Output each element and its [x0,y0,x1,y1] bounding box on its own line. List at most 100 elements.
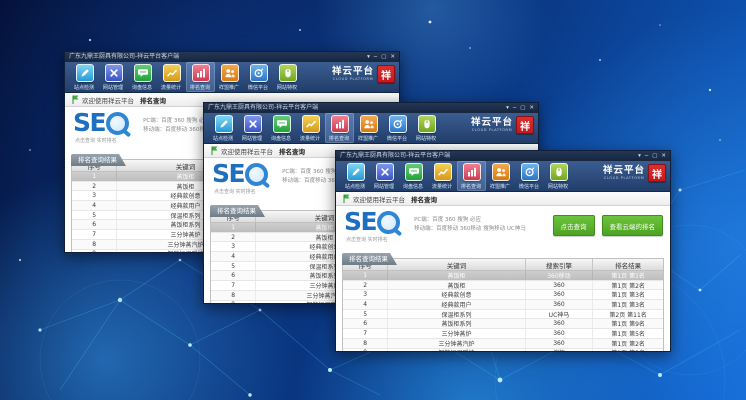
main-toolbar: 站点检测网站管理询盘信息流量统计排名查询祥盟推广微信平台网站特权 祥云平台 CL… [336,161,670,192]
toolbar-item-4[interactable]: 流量统计 [157,62,186,92]
toolbar-item-7[interactable]: 微信平台 [383,113,412,143]
toolbar-item-7[interactable]: 微信平台 [515,161,544,191]
pc-engines-line: PC端：百度 360 搜狗 必应 [414,216,526,225]
cell-keyword: 智能恒温暖炉 [388,349,525,353]
toolbar-item-1[interactable]: 站点检测 [341,161,370,191]
query-button[interactable]: 点击查询 [553,215,595,236]
toolbar-item-4[interactable]: 流量统计 [428,161,457,191]
table-row[interactable]: 5保温柜系列UC神马第2页 第11名 [343,310,663,320]
cell-engine: 360 [526,329,594,338]
traffic-chart-icon [302,115,320,133]
feedback-button[interactable]: ▾ [506,103,509,113]
cell-keyword: 三分钟蒸汽炉 [388,339,525,348]
cell-engine: 360 [526,300,594,309]
cell-no: 9 [72,250,117,254]
cell-no: 2 [72,182,117,191]
maximize-button[interactable]: ▢ [381,52,386,62]
table-row[interactable]: 3经典款创意360第1页 第3名 [343,290,663,300]
magnifier-icon [245,163,268,186]
toolbar-item-5[interactable]: 排名查询 [325,113,354,143]
inquiry-chat-icon [405,163,423,181]
close-button[interactable]: ✕ [661,151,666,161]
site-tools-icon [244,115,262,133]
table-row[interactable]: 1蒸饭柜360移动第1页 第1名 [343,271,663,281]
results-tab[interactable]: 排名查询结果 [210,205,265,217]
cell-no: 2 [343,281,388,290]
toolbar-item-label: 询盘信息 [271,134,291,141]
table-row[interactable]: 2蒸饭柜360第1页 第2名 [343,281,663,291]
cell-rank: 第1页 第1名 [593,271,663,280]
results-tab[interactable]: 排名查询结果 [71,154,126,166]
feedback-button[interactable]: ▾ [367,52,370,62]
minimize-button[interactable]: ─ [645,151,648,161]
maximize-button[interactable]: ▢ [652,151,657,161]
app-window-front[interactable]: 广东九鼎王厨具有限公司-祥云平台客户端 ▾ ─ ▢ ✕ 站点检测网站管理询盘信息流量统… [335,150,671,352]
view-cloud-rank-button[interactable]: 查看云端的排名 [602,215,664,236]
feedback-button[interactable]: ▾ [638,151,641,161]
minimize-button[interactable]: ─ [513,103,516,113]
toolbar-item-6[interactable]: 祥盟推广 [215,62,244,92]
toolbar-item-3[interactable]: 询盘信息 [128,62,157,92]
table-row[interactable]: 4经典款用户360第1页 第3名 [343,300,663,310]
results-tab[interactable]: 排名查询结果 [342,253,397,265]
cell-no: 9 [211,301,256,305]
toolbar-item-1[interactable]: 站点检测 [209,113,238,143]
mobile-engines-line: 移动端：百度移动 360移动 搜狗移动 UC神马 [414,225,526,234]
toolbar-item-2[interactable]: 网站管理 [370,161,399,191]
column-header: 排名结果 [593,259,663,270]
toolbar-item-label: 网站管理 [103,83,123,90]
toolbar-item-2[interactable]: 网站管理 [238,113,267,143]
toolbar-item-label: 网站特权 [548,182,568,189]
toolbar-item-label: 网站管理 [242,134,262,141]
table-row[interactable]: 6蒸饭柜系列360第1页 第9名 [343,319,663,329]
cell-engine: 360移动 [526,271,594,280]
cell-no: 8 [211,291,256,300]
toolbar-item-6[interactable]: 祥盟推广 [486,161,515,191]
toolbar-item-3[interactable]: 询盘信息 [399,161,428,191]
toolbar-item-8[interactable]: 网站特权 [544,161,573,191]
cell-keyword: 三分钟蒸炉 [388,329,525,338]
site-check-icon [347,163,365,181]
rank-bars-icon [331,115,349,133]
toolbar-item-5[interactable]: 排名查询 [186,62,215,92]
maximize-button[interactable]: ▢ [520,103,525,113]
seo-tagline: 点击查询 实时排名 [75,137,117,144]
cell-rank: 第1页 第3名 [593,290,663,299]
toolbar-item-8[interactable]: 网站特权 [412,113,441,143]
close-button[interactable]: ✕ [529,103,534,113]
seo-logo-text: SE [344,209,376,235]
toolbar-item-8[interactable]: 网站特权 [273,62,302,92]
window-titlebar[interactable]: 广东九鼎王厨具有限公司-祥云平台客户端 ▾ ─ ▢ ✕ [336,151,670,161]
toolbar-item-2[interactable]: 网站管理 [99,62,128,92]
close-button[interactable]: ✕ [390,52,395,62]
brand-subtitle: CLOUD PLATFORM [471,128,513,132]
cell-rank: 第1页 第5名 [593,329,663,338]
toolbar-item-3[interactable]: 询盘信息 [267,113,296,143]
wechat-compass-icon [250,64,268,82]
flag-icon [343,194,350,203]
toolbar-item-7[interactable]: 微信平台 [244,62,273,92]
cell-engine: 360 [526,290,594,299]
rank-bars-icon [463,163,481,181]
results-table-body: 1蒸饭柜360移动第1页 第1名2蒸饭柜360第1页 第2名3经典款创意360第… [343,271,663,352]
promotion-users-icon [221,64,239,82]
toolbar-item-5[interactable]: 排名查询 [457,161,486,191]
rank-bars-icon [192,64,210,82]
table-row[interactable]: 9智能恒温暖炉搜狗第1页 第3名 [343,349,663,353]
mouse-icon [418,115,436,133]
toolbar-item-4[interactable]: 流量统计 [296,113,325,143]
window-title: 广东九鼎王厨具有限公司-祥云平台客户端 [340,151,450,161]
window-titlebar[interactable]: 广东九鼎王厨具有限公司-祥云平台客户端 ▾─▢✕ [204,103,538,113]
window-titlebar[interactable]: 广东九鼎王厨具有限公司-祥云平台客户端 ▾─▢✕ [65,52,399,62]
table-row[interactable]: 7三分钟蒸炉360第1页 第5名 [343,329,663,339]
toolbar-item-1[interactable]: 站点检测 [70,62,99,92]
toolbar-item-label: 排名查询 [329,134,349,141]
cell-no: 4 [72,201,117,210]
toolbar-item-6[interactable]: 祥盟推广 [354,113,383,143]
window-controls: ▾ ─ ▢ ✕ [638,151,666,161]
promotion-users-icon [360,115,378,133]
minimize-button[interactable]: ─ [374,52,377,62]
cell-keyword: 蒸饭柜 [388,281,525,290]
seo-logo-text: SE [212,161,244,187]
table-row[interactable]: 8三分钟蒸汽炉360第1页 第2名 [343,339,663,349]
